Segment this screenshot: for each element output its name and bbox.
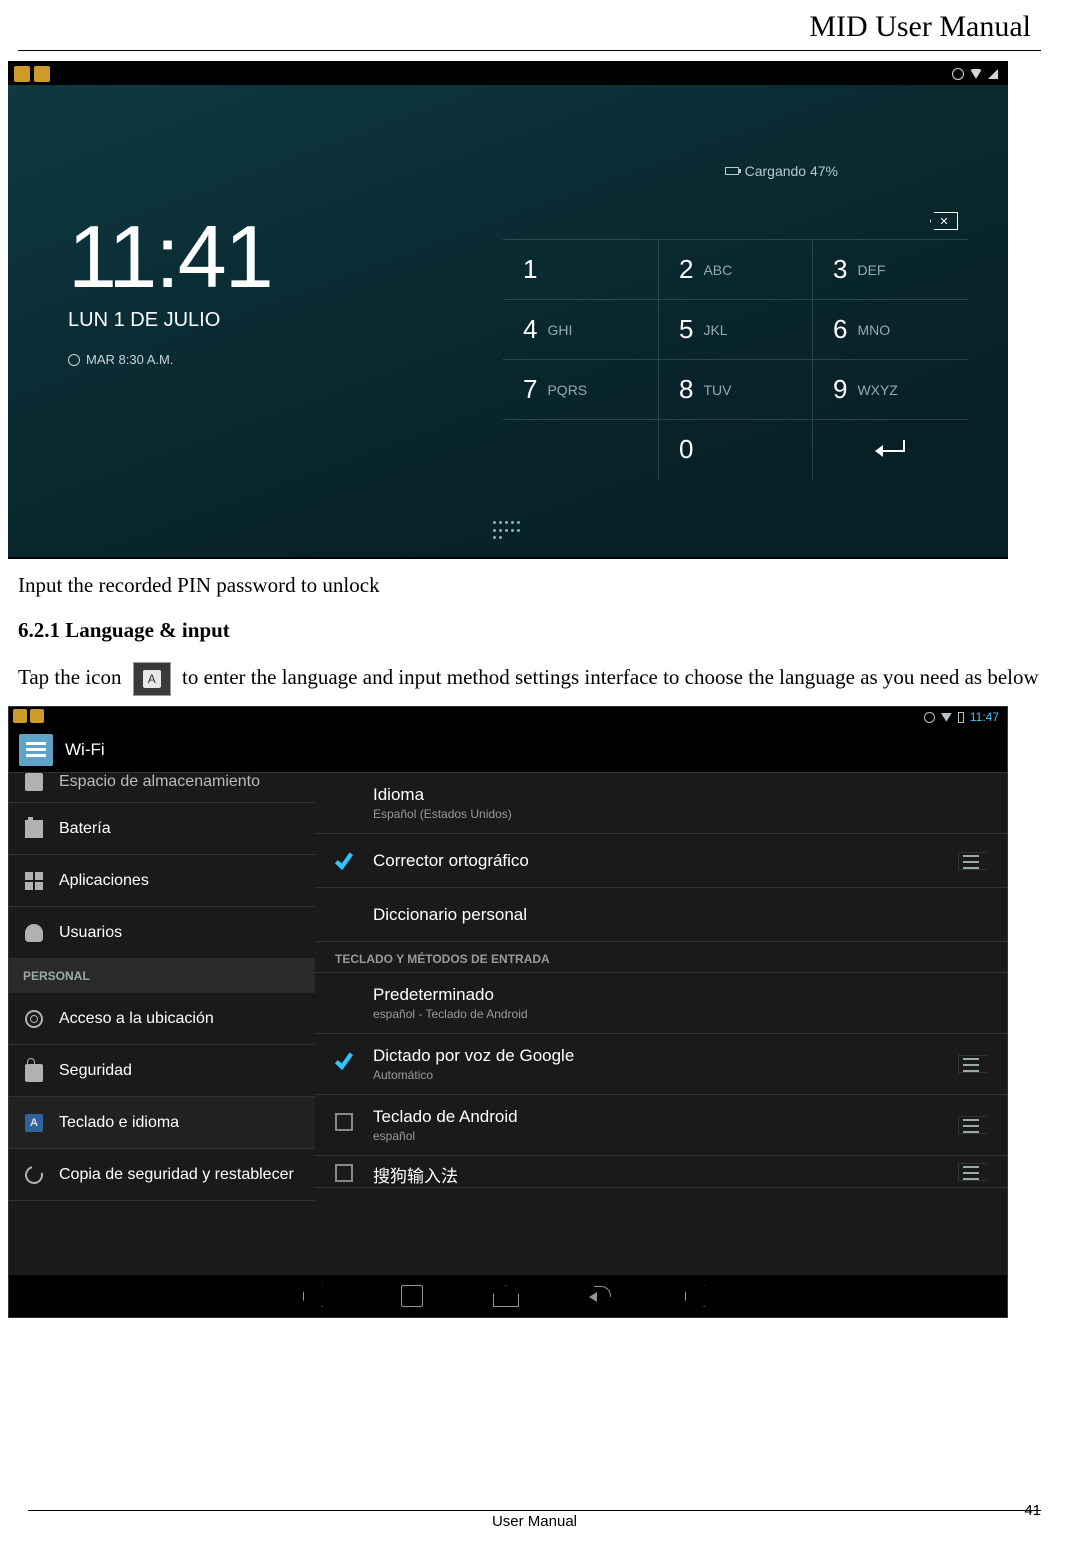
screenshot-settings: 11:47 Wi-Fi Espacio de almacenamiento Ba… bbox=[8, 706, 1008, 1318]
setting-google-voice[interactable]: Dictado por voz de GoogleAutomático bbox=[315, 1034, 1007, 1095]
volume-up-icon[interactable] bbox=[685, 1285, 713, 1307]
sidebar-item-storage[interactable]: Espacio de almacenamiento bbox=[9, 773, 315, 803]
pin-key-8[interactable]: 8TUV bbox=[658, 359, 813, 419]
sidebar-header: PERSONAL bbox=[9, 959, 315, 993]
status-bar: 11:47 bbox=[9, 707, 1007, 727]
backspace-icon[interactable]: ✕ bbox=[930, 212, 958, 230]
signal-icon bbox=[988, 69, 998, 79]
pin-key-9[interactable]: 9WXYZ bbox=[813, 359, 968, 419]
screenshot-lockscreen: Cargando 47% 11:41 LUN 1 DE JULIO MAR 8:… bbox=[8, 61, 1008, 559]
pin-key-2[interactable]: 2ABC bbox=[658, 239, 813, 299]
setting-android-keyboard[interactable]: Teclado de Androidespañol bbox=[315, 1095, 1007, 1156]
storage-icon bbox=[25, 773, 43, 791]
wifi-icon bbox=[941, 713, 952, 722]
footer-label: User Manual bbox=[492, 1513, 577, 1530]
sidebar-item[interactable]: ATeclado e idioma bbox=[9, 1097, 315, 1149]
battery-icon bbox=[725, 167, 739, 175]
sidebar-item[interactable]: Batería bbox=[9, 803, 315, 855]
lockscreen-date: LUN 1 DE JULIO bbox=[68, 309, 272, 332]
sidebar-item[interactable]: Acceso a la ubicación bbox=[9, 993, 315, 1045]
pin-key-6[interactable]: 6MNO bbox=[813, 299, 968, 359]
status-time: 11:47 bbox=[970, 710, 999, 724]
section-heading: 6.2.1 Language & input bbox=[18, 618, 1041, 643]
setting-spellcheck[interactable]: Corrector ortográfico bbox=[315, 834, 1007, 888]
sliders-icon[interactable] bbox=[958, 1163, 987, 1181]
lock-icon bbox=[25, 1064, 43, 1082]
volume-down-icon[interactable] bbox=[303, 1285, 331, 1307]
wifi-icon bbox=[970, 69, 982, 79]
checkbox-icon[interactable] bbox=[335, 1052, 353, 1070]
battery-icon bbox=[25, 820, 43, 838]
app-bar: Wi-Fi bbox=[9, 727, 1007, 773]
pin-key-5[interactable]: 5JKL bbox=[658, 299, 813, 359]
location-icon bbox=[25, 1010, 43, 1028]
alarm-icon bbox=[68, 354, 80, 366]
setting-default-keyboard[interactable]: Predeterminadoespañol - Teclado de Andro… bbox=[315, 973, 1007, 1034]
setting-dictionary[interactable]: Diccionario personal bbox=[315, 888, 1007, 942]
page-footer: User Manual 41 bbox=[28, 1510, 1041, 1530]
pin-pad: ✕ 12ABC3DEF 4GHI5JKL6MNO 7PQRS8TUV9WXYZ0 bbox=[503, 203, 968, 479]
back-icon[interactable] bbox=[589, 1286, 615, 1306]
settings-icon[interactable] bbox=[19, 734, 53, 766]
pin-input-field[interactable]: ✕ bbox=[503, 203, 968, 239]
status-bar bbox=[8, 63, 1008, 85]
alarm-icon bbox=[924, 712, 935, 723]
sliders-icon[interactable] bbox=[958, 1055, 987, 1073]
pin-key-0[interactable]: 0 bbox=[658, 419, 813, 479]
lockscreen-alarm: MAR 8:30 A.M. bbox=[68, 352, 272, 367]
sidebar-item[interactable]: Seguridad bbox=[9, 1045, 315, 1097]
pin-key-blank bbox=[503, 419, 658, 479]
pin-key-4[interactable]: 4GHI bbox=[503, 299, 658, 359]
sidebar-item[interactable]: Aplicaciones bbox=[9, 855, 315, 907]
checkbox-icon[interactable] bbox=[335, 1164, 353, 1182]
paragraph: Tap the icon to enter the language and i… bbox=[18, 661, 1041, 696]
battery-icon bbox=[958, 712, 964, 723]
pin-key-enter[interactable] bbox=[813, 419, 968, 479]
alarm-icon bbox=[952, 68, 964, 80]
navigation-bar bbox=[9, 1275, 1007, 1317]
apps-icon bbox=[25, 872, 43, 890]
language-settings-icon bbox=[133, 662, 171, 696]
sliders-icon[interactable] bbox=[958, 1116, 987, 1134]
appbar-title: Wi-Fi bbox=[65, 740, 105, 760]
lockscreen-time: 11:41 bbox=[68, 213, 272, 301]
home-icon[interactable] bbox=[493, 1285, 519, 1307]
language-icon: A bbox=[25, 1114, 43, 1132]
content-header: TECLADO Y MÉTODOS DE ENTRADA bbox=[315, 942, 1007, 973]
setting-language[interactable]: IdiomaEspañol (Estados Unidos) bbox=[315, 773, 1007, 834]
charging-text: Cargando 47% bbox=[745, 163, 838, 179]
pin-key-3[interactable]: 3DEF bbox=[813, 239, 968, 299]
user-icon bbox=[25, 924, 43, 942]
pin-key-1[interactable]: 1 bbox=[503, 239, 658, 299]
page-number: 41 bbox=[1024, 1502, 1041, 1519]
sliders-icon[interactable] bbox=[958, 852, 987, 870]
settings-sidebar: Espacio de almacenamiento BateríaAplicac… bbox=[9, 773, 315, 1277]
checkbox-icon[interactable] bbox=[335, 852, 353, 870]
settings-content: IdiomaEspañol (Estados Unidos) Corrector… bbox=[315, 773, 1007, 1277]
recent-apps-icon[interactable] bbox=[401, 1285, 423, 1307]
sidebar-item[interactable]: Copia de seguridad y restablecer bbox=[9, 1149, 315, 1201]
backup-icon bbox=[22, 1162, 47, 1187]
document-title: MID User Manual bbox=[18, 10, 1041, 44]
loading-indicator bbox=[493, 521, 523, 541]
checkbox-icon[interactable] bbox=[335, 1113, 353, 1131]
caption-text: Input the recorded PIN password to unloc… bbox=[18, 573, 1041, 598]
horizontal-rule bbox=[18, 50, 1041, 51]
charging-indicator: Cargando 47% bbox=[725, 163, 838, 179]
setting-sogou[interactable]: 搜狗输入法 bbox=[315, 1156, 1007, 1188]
pin-key-7[interactable]: 7PQRS bbox=[503, 359, 658, 419]
sidebar-item[interactable]: Usuarios bbox=[9, 907, 315, 959]
